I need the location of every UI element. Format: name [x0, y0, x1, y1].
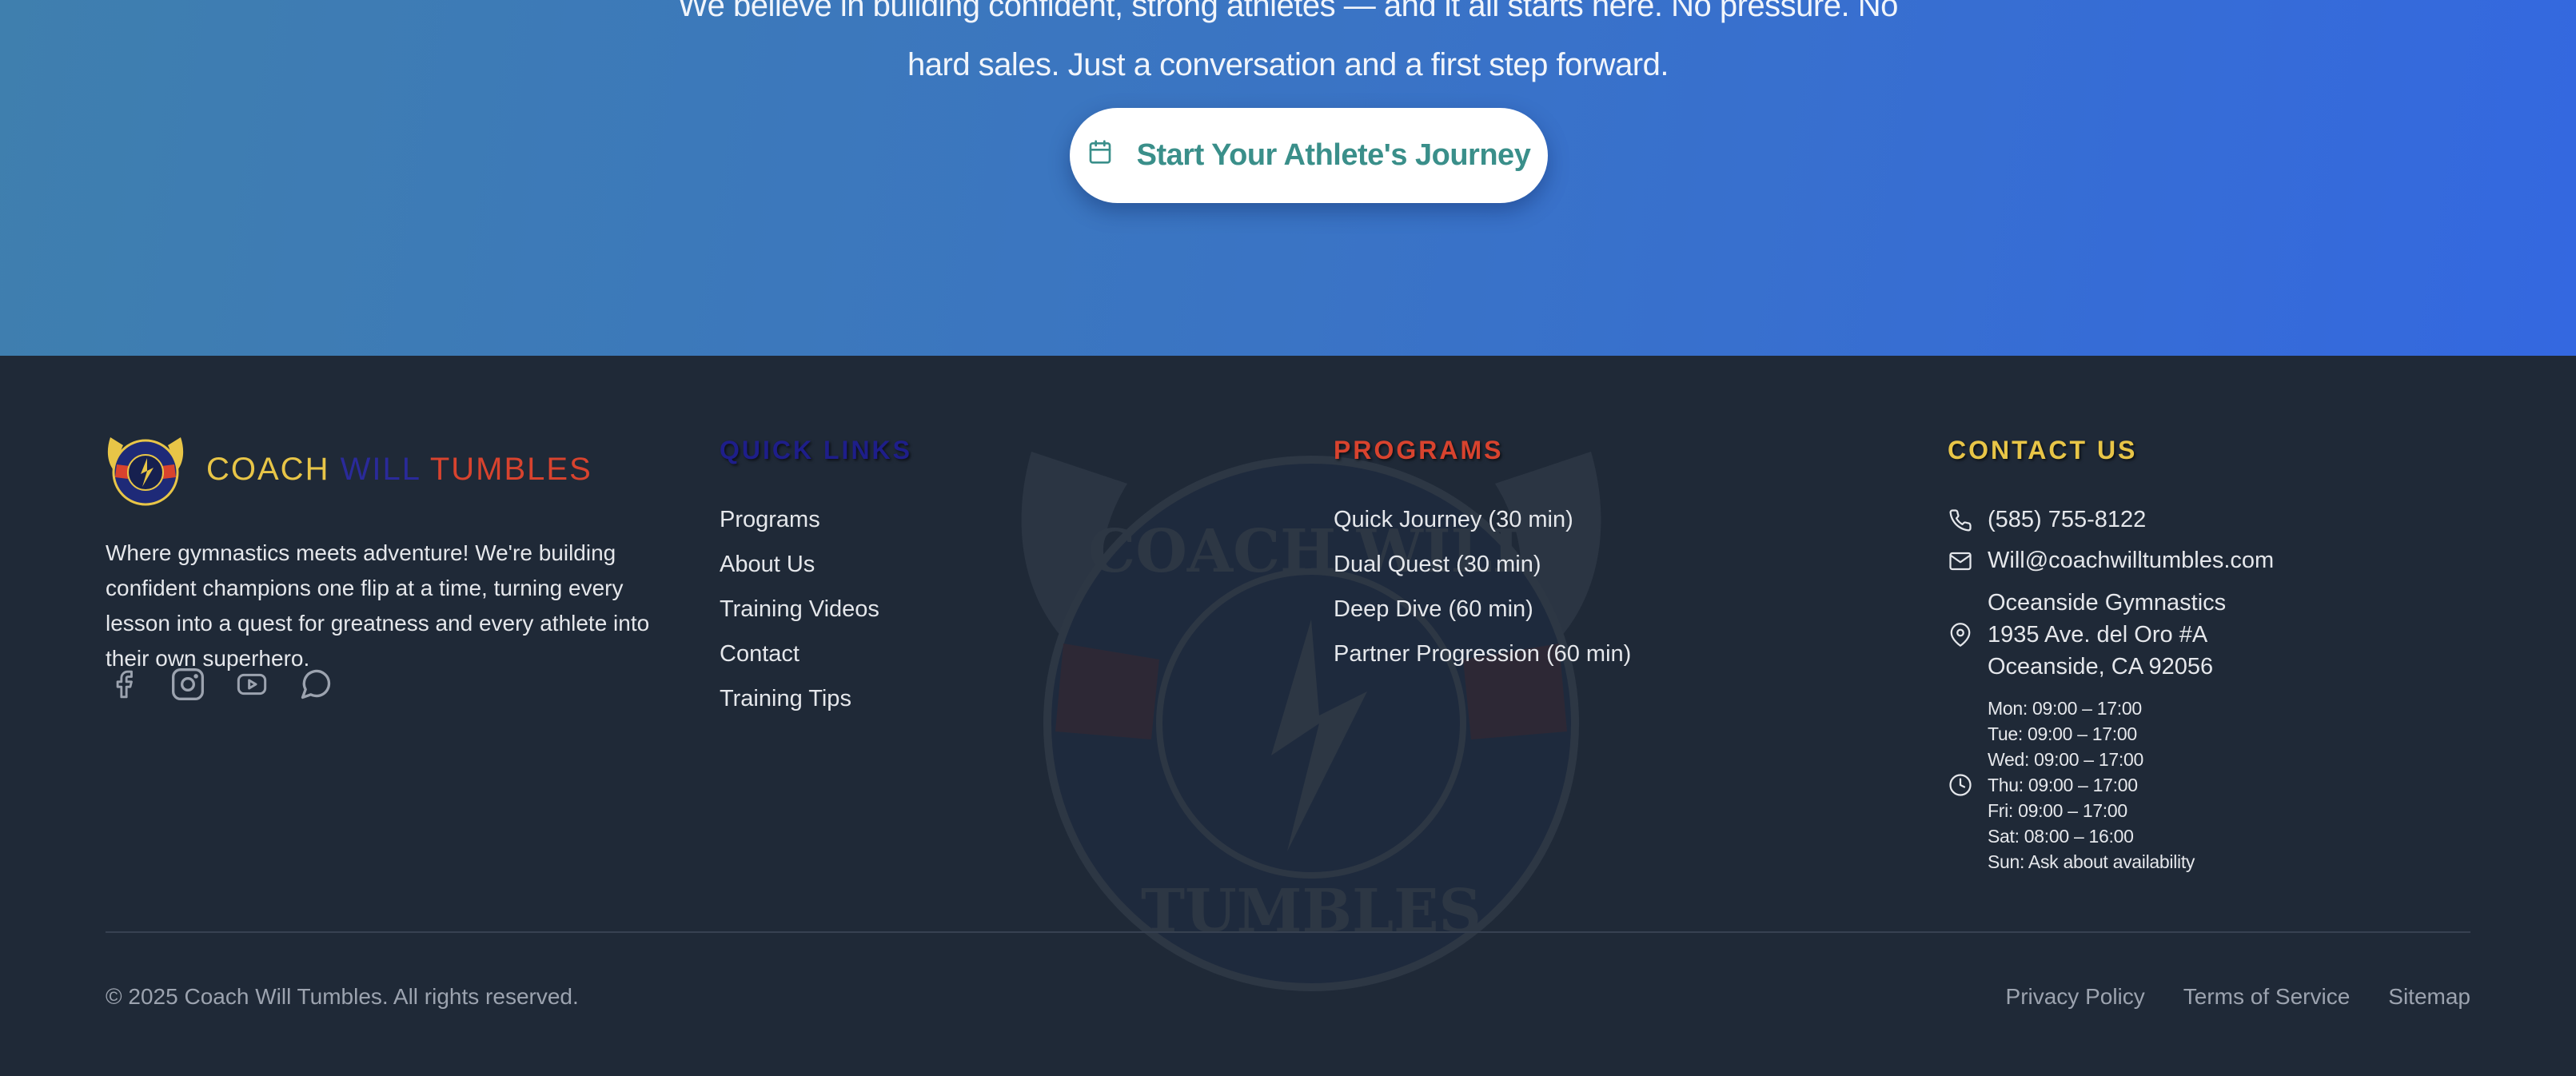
start-journey-button-label: Start Your Athlete's Journey	[1136, 138, 1531, 172]
programs-title: PROGRAMS	[1334, 436, 1504, 464]
contact-column: CONTACT US (585) 755-8122 Will@coachwill…	[1948, 436, 2274, 875]
social-links	[106, 666, 334, 703]
privacy-policy-link[interactable]: Privacy Policy	[2006, 984, 2145, 1010]
contact-phone-text: (585) 755-8122	[1988, 507, 2147, 532]
contact-title: CONTACT US	[1948, 436, 2138, 464]
address-line3: Oceanside, CA 92056	[1988, 654, 2214, 679]
footer: COACH WILL TUMBLES COACH WILL TUMBLES Wh…	[0, 356, 2576, 1076]
terms-of-service-link[interactable]: Terms of Service	[2183, 984, 2351, 1010]
quick-link-contact[interactable]: Contact	[720, 632, 912, 676]
contact-email[interactable]: Will@coachwilltumbles.com	[1948, 548, 2274, 574]
brand-name-will: WILL	[340, 451, 421, 487]
footer-divider	[106, 931, 2470, 933]
watermark-text-bottom: TUMBLES	[1141, 877, 1481, 946]
hours-sun: Sun: Ask about availability	[1988, 851, 2195, 872]
quick-links-list: Programs About Us Training Videos Contac…	[720, 497, 912, 721]
quick-links-column: QUICK LINKS Programs About Us Training V…	[720, 436, 912, 721]
hours-wed: Wed: 09:00 – 17:00	[1988, 749, 2143, 770]
brand-name: COACH WILL TUMBLES	[206, 452, 592, 488]
facebook-icon[interactable]	[106, 666, 142, 703]
phone-icon	[1948, 508, 1973, 533]
start-journey-button[interactable]: Start Your Athlete's Journey	[1070, 108, 1548, 203]
sitemap-link[interactable]: Sitemap	[2388, 984, 2470, 1010]
programs-list: Quick Journey (30 min) Dual Quest (30 mi…	[1334, 497, 1631, 676]
quick-links-title: QUICK LINKS	[720, 436, 912, 464]
address-line1: Oceanside Gymnastics	[1988, 590, 2227, 616]
hours-fri: Fri: 09:00 – 17:00	[1988, 800, 2127, 821]
quick-link-training-tips[interactable]: Training Tips	[720, 676, 912, 721]
youtube-icon[interactable]	[233, 666, 270, 703]
chat-icon[interactable]	[297, 666, 334, 703]
programs-column: PROGRAMS Quick Journey (30 min) Dual Que…	[1334, 436, 1631, 676]
brand-logo	[107, 437, 184, 506]
cta-text: We believe in building confident, strong…	[0, 0, 2576, 94]
hours-thu: Thu: 09:00 – 17:00	[1988, 775, 2138, 795]
copyright-text: © 2025 Coach Will Tumbles. All rights re…	[106, 984, 579, 1009]
calendar-icon	[1087, 138, 1113, 173]
cta-text-line1: We believe in building confident, strong…	[678, 0, 1898, 23]
program-link-dual-quest[interactable]: Dual Quest (30 min)	[1334, 542, 1631, 587]
contact-hours: Mon: 09:00 – 17:00 Tue: 09:00 – 17:00 We…	[1948, 695, 2274, 875]
cta-text-line2: hard sales. Just a conversation and a fi…	[907, 47, 1669, 82]
contact-address-lines: Oceanside Gymnastics 1935 Ave. del Oro #…	[1988, 587, 2226, 683]
contact-phone[interactable]: (585) 755-8122	[1948, 507, 2274, 533]
quick-link-about-us[interactable]: About Us	[720, 542, 912, 587]
brand-description: Where gymnastics meets adventure! We're …	[106, 540, 650, 671]
contact-address: Oceanside Gymnastics 1935 Ave. del Oro #…	[1948, 587, 2274, 683]
instagram-icon[interactable]	[169, 666, 206, 703]
quick-link-programs[interactable]: Programs	[720, 497, 912, 542]
program-link-partner-progression[interactable]: Partner Progression (60 min)	[1334, 632, 1631, 676]
address-line2: 1935 Ave. del Oro #A	[1988, 622, 2208, 648]
footer-brand[interactable]: COACH WILL TUMBLES	[106, 432, 592, 506]
clock-icon	[1948, 772, 1973, 798]
program-link-quick-journey[interactable]: Quick Journey (30 min)	[1334, 497, 1631, 542]
hours-list: Mon: 09:00 – 17:00 Tue: 09:00 – 17:00 We…	[1988, 695, 2195, 875]
hours-mon: Mon: 09:00 – 17:00	[1988, 698, 2142, 719]
brand-name-tumbles: TUMBLES	[429, 451, 592, 487]
program-link-deep-dive[interactable]: Deep Dive (60 min)	[1334, 587, 1631, 632]
hours-sat: Sat: 08:00 – 16:00	[1988, 826, 2134, 847]
contact-email-text: Will@coachwilltumbles.com	[1988, 548, 2275, 573]
cta-section: We believe in building confident, strong…	[0, 0, 2576, 356]
quick-link-training-videos[interactable]: Training Videos	[720, 587, 912, 632]
mail-icon	[1948, 548, 1973, 574]
brand-name-coach: COACH	[206, 451, 330, 487]
map-pin-icon	[1948, 622, 1973, 648]
hours-tue: Tue: 09:00 – 17:00	[1988, 723, 2137, 744]
legal-links: Privacy Policy Terms of Service Sitemap	[2006, 984, 2470, 1010]
